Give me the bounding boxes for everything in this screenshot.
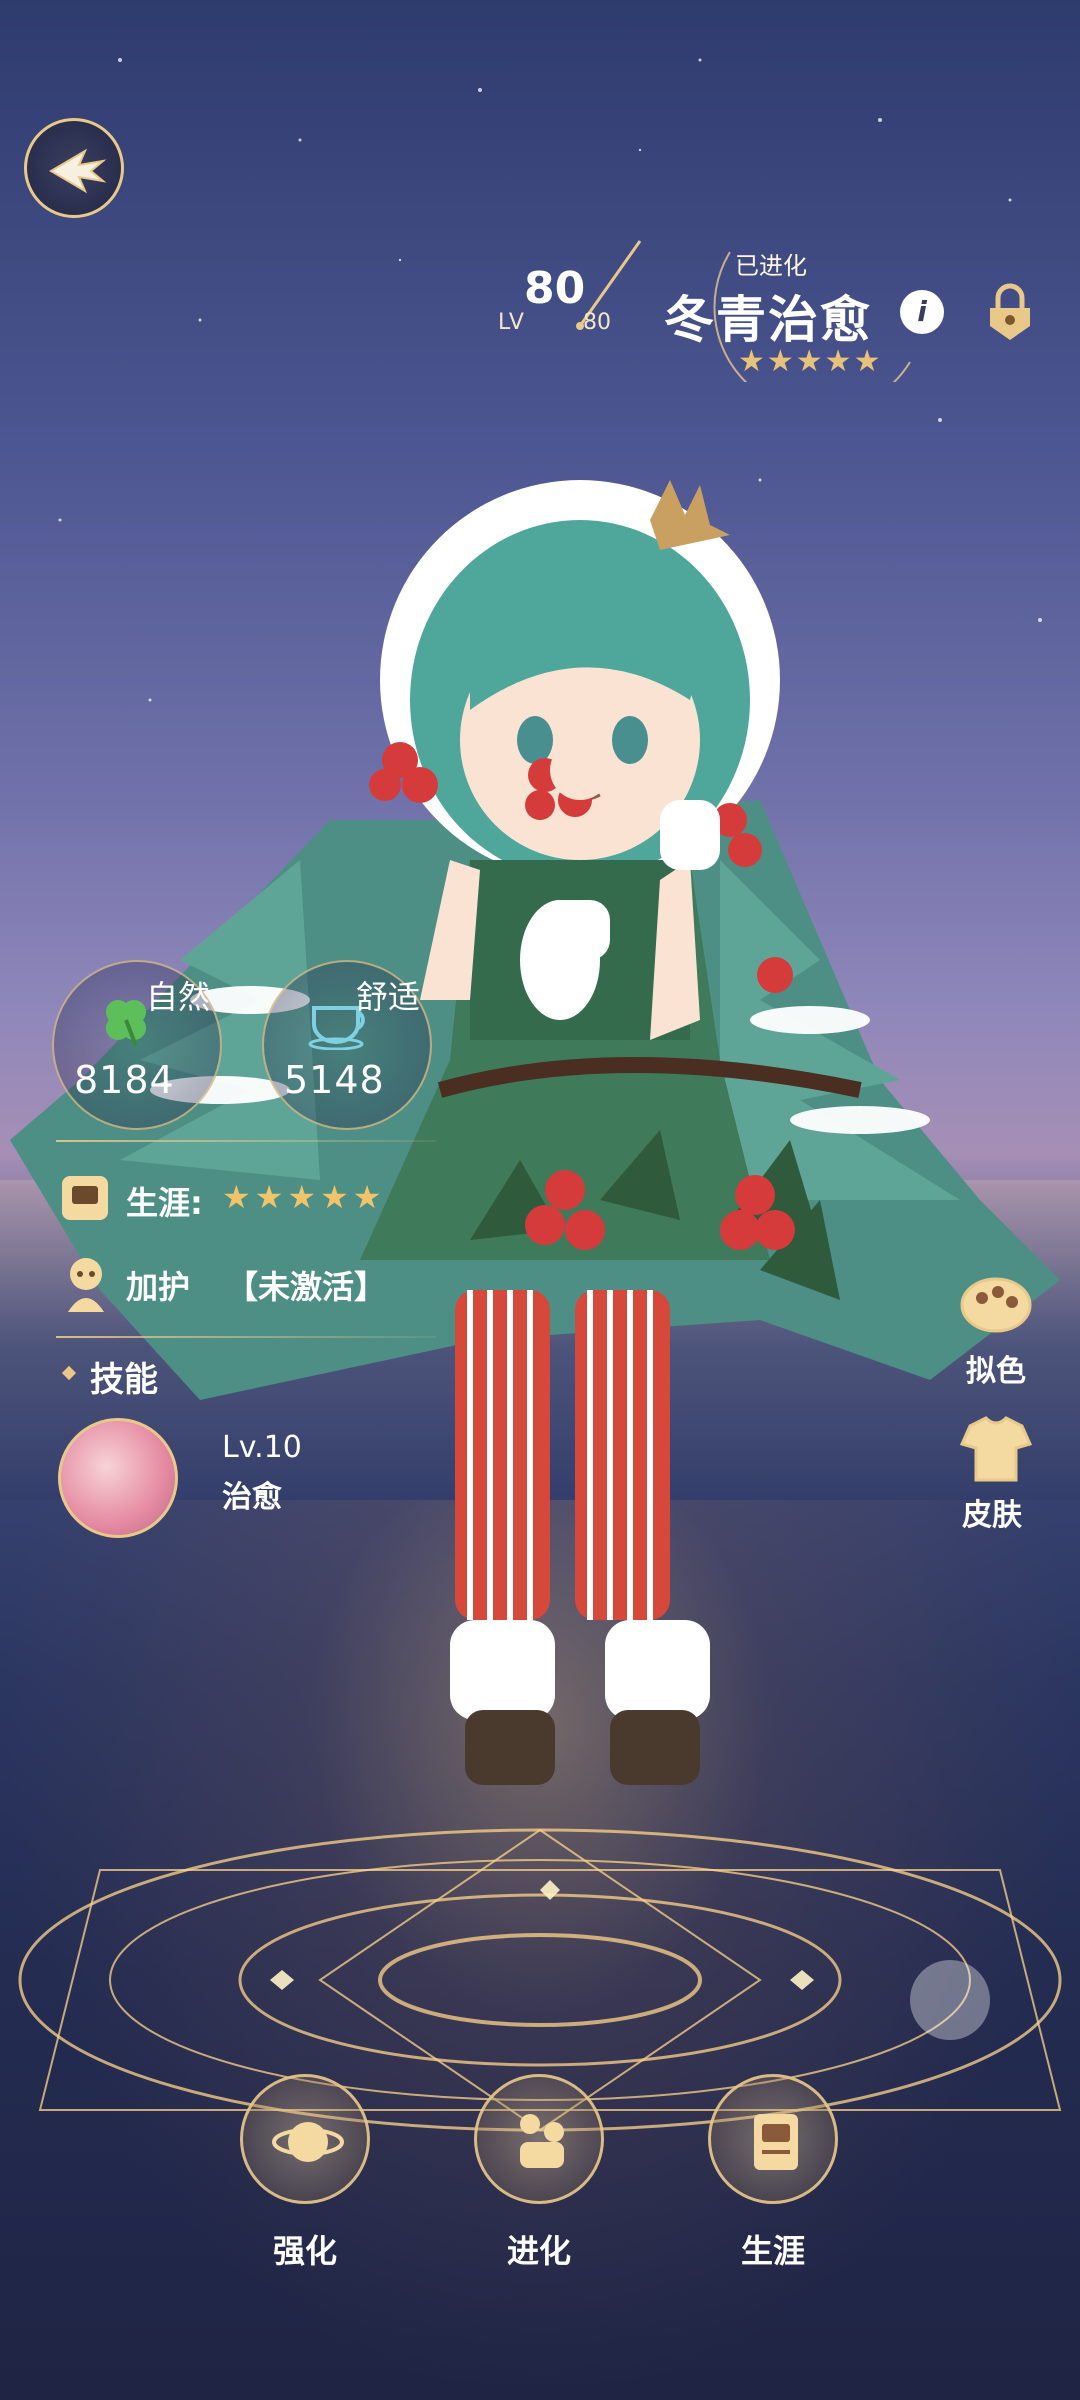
stat-comfort-value: 5148 bbox=[284, 1058, 385, 1102]
evolved-tag: 已进化 bbox=[735, 252, 807, 280]
career-tab-label[interactable]: 生涯 bbox=[708, 2226, 838, 2272]
divider bbox=[56, 1336, 436, 1338]
dye-label[interactable]: 拟色 bbox=[966, 1346, 1026, 1390]
protection-icon bbox=[68, 1258, 104, 1312]
evolve-icon bbox=[520, 2114, 564, 2168]
character-level: 80 bbox=[524, 263, 586, 314]
career-icon bbox=[62, 1176, 108, 1220]
enhance-button[interactable] bbox=[240, 2074, 370, 2204]
skill-level: Lv.10 bbox=[222, 1430, 302, 1465]
stat-nature-label: 自然 bbox=[146, 978, 211, 1016]
skills-title: 技能 bbox=[90, 1360, 158, 1400]
dye-icon[interactable] bbox=[956, 1270, 1036, 1340]
evolve-label[interactable]: 进化 bbox=[474, 2226, 604, 2272]
skin-label[interactable]: 皮肤 bbox=[962, 1490, 1022, 1534]
skill-heal-icon[interactable] bbox=[58, 1418, 178, 1538]
stat-comfort-label: 舒适 bbox=[356, 978, 421, 1016]
protection-status[interactable]: 【未激活】 bbox=[226, 1262, 386, 1308]
character-name: 冬青治愈 bbox=[664, 291, 872, 349]
back-arrow-icon bbox=[49, 148, 107, 194]
stat-nature-value: 8184 bbox=[74, 1058, 175, 1102]
divider bbox=[56, 1140, 436, 1142]
level-label: LV bbox=[498, 310, 525, 335]
enhance-icon bbox=[272, 2122, 344, 2162]
skin-icon[interactable] bbox=[956, 1414, 1036, 1484]
back-button[interactable] bbox=[24, 118, 124, 218]
lock-icon[interactable] bbox=[980, 280, 1040, 344]
career-book-icon bbox=[754, 2114, 798, 2170]
info-icon[interactable]: i bbox=[900, 290, 944, 334]
level-max: 80 bbox=[583, 310, 611, 335]
skill-name: 治愈 bbox=[222, 1480, 282, 1515]
career-label: 生涯: bbox=[126, 1184, 203, 1222]
enhance-label[interactable]: 强化 bbox=[240, 2226, 370, 2272]
career-stars: ★★★★★ bbox=[222, 1178, 386, 1216]
rarity-stars: ★★★★★ bbox=[738, 344, 883, 379]
evolve-button[interactable] bbox=[474, 2074, 604, 2204]
protection-label: 加护 bbox=[126, 1268, 191, 1306]
career-button[interactable] bbox=[708, 2074, 838, 2204]
